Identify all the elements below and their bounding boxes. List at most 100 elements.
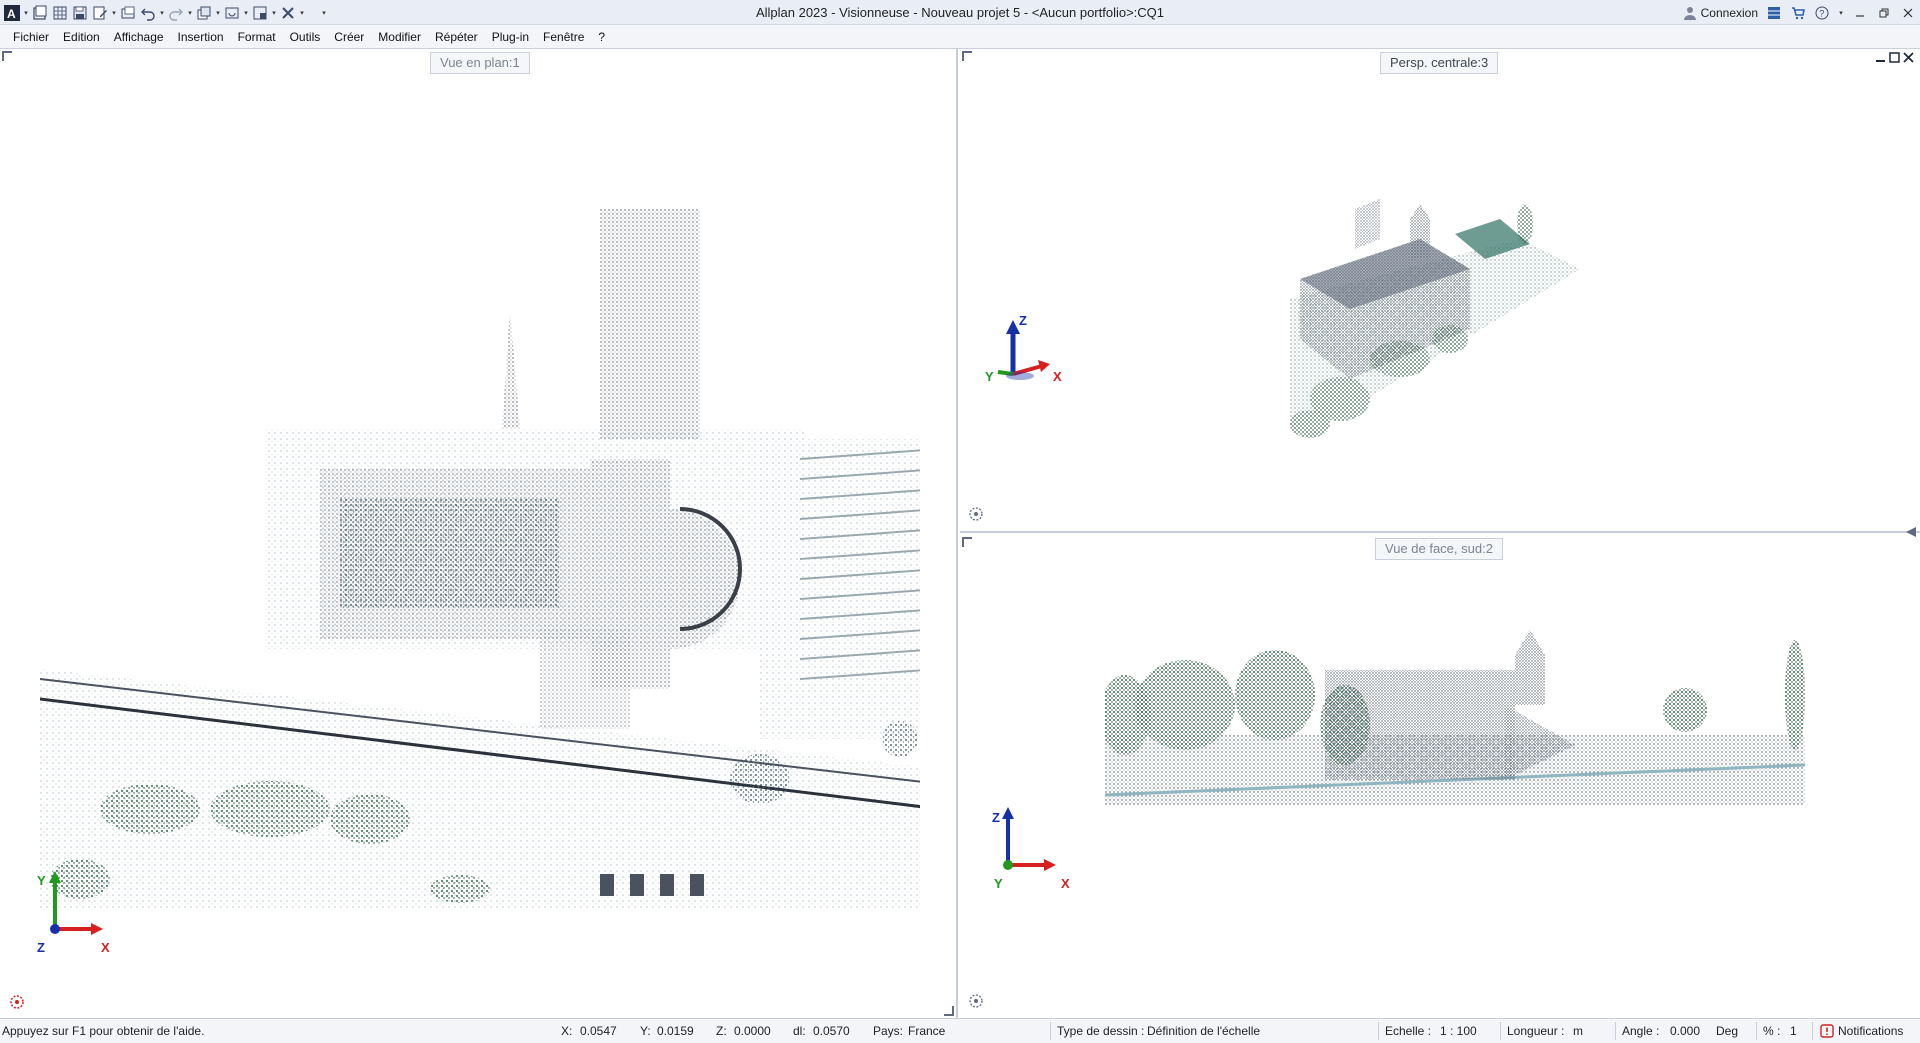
title-bar: A ▾ ▾ ▾ ▾ ▾ ▾ ▾ ▾ ▾ Allplan 2023 - Visio…: [0, 0, 1920, 25]
axis-y-label: Y: [37, 873, 46, 888]
menu-repeter[interactable]: Répéter: [428, 26, 485, 48]
restore-icon[interactable]: [1876, 5, 1892, 21]
axis-x-label: X: [101, 940, 110, 955]
grid-icon[interactable]: [51, 4, 69, 22]
menu-affichage[interactable]: Affichage: [107, 26, 171, 48]
viewport-plan[interactable]: Vue en plan:1 Y X Z: [0, 49, 958, 1018]
tools-icon[interactable]: [279, 4, 297, 22]
menu-outils[interactable]: Outils: [283, 26, 328, 48]
chevron-down-icon[interactable]: ▾: [111, 4, 117, 22]
chevron-down-icon[interactable]: ▾: [1838, 4, 1844, 22]
connexion-label: Connexion: [1700, 5, 1758, 20]
status-divider: [1615, 1022, 1616, 1040]
angle-label: Angle :: [1622, 1024, 1660, 1038]
axis-y-label: Y: [985, 369, 994, 384]
status-divider: [1050, 1022, 1051, 1040]
menu-edition[interactable]: Edition: [56, 26, 107, 48]
viewport-close-icon[interactable]: [1903, 52, 1914, 63]
layout-icon[interactable]: [251, 4, 269, 22]
customize-toolbar-icon[interactable]: ▾: [321, 4, 327, 22]
percent-value[interactable]: 1: [1790, 1024, 1797, 1038]
help-icon[interactable]: ?: [1814, 5, 1830, 21]
project-open-icon[interactable]: [31, 4, 49, 22]
dl-label: dl:: [793, 1024, 806, 1038]
menu-fichier[interactable]: Fichier: [6, 26, 56, 48]
menu-help[interactable]: ?: [591, 26, 612, 48]
cart-icon[interactable]: [1790, 5, 1806, 21]
viewport-maximize-icon[interactable]: [1889, 52, 1900, 63]
coord-x-value: 0.0547: [580, 1024, 617, 1038]
axis-y-label: Y: [994, 876, 1003, 891]
axis-x-label: X: [1061, 876, 1070, 891]
notifications-button[interactable]: Notifications: [1838, 1024, 1903, 1038]
svg-text:A: A: [7, 7, 16, 21]
chevron-down-icon[interactable]: ▾: [243, 4, 249, 22]
status-divider: [1812, 1022, 1813, 1040]
menu-plugin[interactable]: Plug-in: [485, 26, 536, 48]
chevron-down-icon[interactable]: ▾: [271, 4, 277, 22]
chevron-down-icon[interactable]: ▾: [23, 4, 29, 22]
angle-unit[interactable]: Deg: [1716, 1024, 1738, 1038]
longueur-value[interactable]: m: [1573, 1024, 1583, 1038]
user-icon: [1683, 6, 1696, 20]
point-cloud-plan-view: [40, 209, 920, 909]
viewport-plan-label[interactable]: Vue en plan:1: [430, 52, 530, 74]
coord-y-label: Y:: [640, 1024, 651, 1038]
chevron-down-icon[interactable]: ▾: [215, 4, 221, 22]
connexion-button[interactable]: Connexion: [1683, 6, 1758, 20]
chevron-down-icon[interactable]: ▾: [299, 4, 305, 22]
type-dessin-label: Type de dessin :: [1057, 1024, 1145, 1038]
menu-fenetre[interactable]: Fenêtre: [536, 26, 591, 48]
menu-bar: Fichier Edition Affichage Insertion Form…: [0, 25, 1920, 49]
type-dessin-value[interactable]: Définition de l'échelle: [1147, 1024, 1260, 1038]
viewport-minimize-icon[interactable]: [1875, 52, 1886, 63]
minimize-icon[interactable]: [1852, 5, 1868, 21]
status-divider: [1756, 1022, 1757, 1040]
chevron-down-icon[interactable]: ▾: [187, 4, 193, 22]
table-icon[interactable]: [1766, 5, 1782, 21]
refresh-view-icon[interactable]: [223, 4, 241, 22]
viewport-persp-label[interactable]: Persp. centrale:3: [1380, 52, 1499, 74]
menu-insertion[interactable]: Insertion: [171, 26, 231, 48]
viewport-front-label[interactable]: Vue de face, sud:2: [1375, 538, 1503, 560]
dl-value: 0.0570: [813, 1024, 850, 1038]
menu-creer[interactable]: Créer: [327, 26, 371, 48]
svg-text:?: ?: [1819, 8, 1824, 18]
viewport-settings-icon[interactable]: [9, 994, 25, 1010]
undo-icon[interactable]: [139, 4, 157, 22]
viewport-icon[interactable]: [119, 4, 137, 22]
status-bar: Appuyez sur F1 pour obtenir de l'aide. X…: [0, 1018, 1920, 1043]
corner-marker-icon: [962, 537, 972, 547]
copy-icon[interactable]: [195, 4, 213, 22]
chevron-down-icon[interactable]: ▾: [159, 4, 165, 22]
angle-value[interactable]: 0.000: [1670, 1024, 1700, 1038]
point-cloud-front-view: [1105, 630, 1805, 805]
longueur-label: Longueur :: [1507, 1024, 1565, 1038]
viewport-settings-icon[interactable]: [968, 993, 984, 1009]
coord-z-value: 0.0000: [734, 1024, 771, 1038]
viewport-perspective[interactable]: Persp. centrale:3 Z Y X: [960, 49, 1920, 533]
echelle-value[interactable]: 1 : 100: [1440, 1024, 1477, 1038]
axis-x-label: X: [1053, 369, 1062, 384]
pays-label: Pays:: [873, 1024, 904, 1038]
notification-alert-icon[interactable]: [1820, 1024, 1834, 1038]
viewport-settings-icon[interactable]: [968, 506, 984, 522]
edit-document-icon[interactable]: [91, 4, 109, 22]
menu-format[interactable]: Format: [231, 26, 283, 48]
pays-value[interactable]: France: [908, 1024, 945, 1038]
viewport-front-south[interactable]: Vue de face, sud:2 Z X Y: [960, 527, 1920, 1018]
axis-triad-front: [1002, 807, 1056, 871]
save-icon[interactable]: [71, 4, 89, 22]
viewport-window-controls: [1875, 52, 1914, 63]
close-icon[interactable]: [1900, 5, 1916, 21]
coord-x-label: X:: [561, 1024, 573, 1038]
axis-z-label: Z: [37, 940, 45, 955]
redo-icon[interactable]: [167, 4, 185, 22]
menu-modifier[interactable]: Modifier: [371, 26, 428, 48]
axis-triad-plan: [49, 871, 103, 935]
workspace: Vue en plan:1 Y X Z Persp. centrale:3 Z …: [0, 49, 1920, 1018]
allplan-menu-icon[interactable]: A: [3, 4, 21, 22]
coord-y-value: 0.0159: [657, 1024, 694, 1038]
axis-z-label: Z: [992, 810, 1000, 825]
splitter-handle-icon[interactable]: [1906, 527, 1916, 537]
